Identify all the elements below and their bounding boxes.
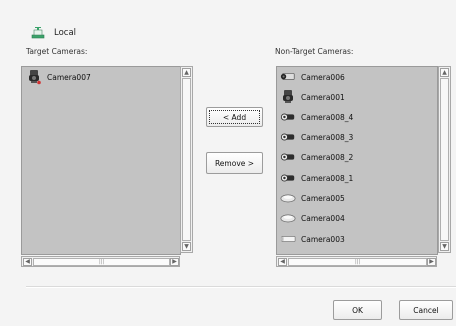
target-camera-list[interactable]: Camera007 [21, 66, 181, 255]
chevron-left-icon: ◀ [280, 258, 285, 265]
scroll-up-button[interactable]: ▲ [440, 68, 449, 77]
scroll-thumb[interactable] [182, 78, 191, 241]
scroll-down-button[interactable]: ▼ [182, 242, 191, 251]
list-item[interactable]: Camera008_2 [280, 147, 353, 167]
list-item[interactable]: Camera003 [280, 229, 345, 249]
camera-name: Camera006 [301, 72, 345, 82]
scroll-left-button[interactable]: ◀ [278, 258, 287, 266]
camera-bullet-icon [280, 109, 296, 125]
list-item[interactable]: Camera007 [26, 67, 91, 87]
camera-ptz-icon [280, 190, 296, 206]
camera-name: Camera007 [47, 72, 91, 82]
camera-flat-icon [280, 231, 296, 247]
list-item[interactable]: Camera008_1 [280, 168, 353, 188]
camera-ptz-icon [280, 210, 296, 226]
grip-icon: ||| [354, 259, 361, 265]
non-target-list-vertical-scrollbar[interactable]: ▲ ▼ [438, 66, 451, 253]
camera-dome-icon [280, 89, 296, 105]
scroll-thumb[interactable]: ||| [33, 258, 170, 266]
non-target-cameras-label: Non-Target Cameras: [275, 47, 354, 56]
chevron-up-icon: ▲ [184, 69, 189, 76]
list-item[interactable]: Camera004 [280, 208, 345, 228]
camera-name: Camera003 [301, 234, 345, 244]
list-item[interactable]: Camera001 [280, 87, 345, 107]
chevron-left-icon: ◀ [25, 258, 30, 265]
page-title: Local [54, 28, 77, 38]
camera-bullet-icon [280, 129, 296, 145]
local-host-icon [31, 26, 45, 41]
camera-bullet-icon [280, 149, 296, 165]
remove-button[interactable]: Remove > [206, 152, 263, 174]
divider [26, 286, 456, 288]
list-item[interactable]: Camera008_4 [280, 107, 353, 127]
camera-name: Camera005 [301, 193, 345, 203]
scroll-left-button[interactable]: ◀ [23, 258, 32, 266]
target-cameras-label: Target Cameras: [26, 47, 88, 56]
header: Local [31, 25, 76, 41]
add-button[interactable]: < Add [206, 107, 263, 127]
chevron-right-icon: ▶ [429, 258, 434, 265]
camera-name: Camera004 [301, 213, 345, 223]
scroll-thumb[interactable]: ||| [288, 258, 427, 266]
scroll-right-button[interactable]: ▶ [427, 258, 436, 266]
non-target-camera-list[interactable]: Camera006 Camera001 Camera008_4 Camera00… [276, 66, 438, 255]
camera-name: Camera008_2 [301, 152, 354, 162]
camera-name: Camera008_4 [301, 112, 354, 122]
camera-name: Camera008_3 [301, 132, 354, 142]
list-item[interactable]: Camera005 [280, 188, 345, 208]
scroll-down-button[interactable]: ▼ [440, 242, 449, 251]
non-target-list-horizontal-scrollbar[interactable]: ◀ ||| ▶ [276, 256, 437, 267]
chevron-down-icon: ▼ [184, 243, 189, 250]
camera-name: Camera008_1 [301, 173, 354, 183]
camera-dome-icon [26, 69, 42, 85]
target-list-vertical-scrollbar[interactable]: ▲ ▼ [180, 66, 193, 253]
scroll-right-button[interactable]: ▶ [170, 258, 179, 266]
scroll-thumb[interactable] [440, 78, 449, 241]
cancel-button[interactable]: Cancel [399, 300, 453, 320]
camera-box-icon [280, 69, 296, 85]
ok-button[interactable]: OK [333, 300, 382, 320]
chevron-down-icon: ▼ [442, 243, 447, 250]
chevron-right-icon: ▶ [172, 258, 177, 265]
list-item[interactable]: Camera008_3 [280, 127, 353, 147]
camera-bullet-icon [280, 170, 296, 186]
chevron-up-icon: ▲ [442, 69, 447, 76]
list-item[interactable]: Camera006 [280, 67, 345, 87]
grip-icon: ||| [98, 259, 105, 265]
target-list-horizontal-scrollbar[interactable]: ◀ ||| ▶ [21, 256, 180, 267]
camera-name: Camera001 [301, 92, 345, 102]
scroll-up-button[interactable]: ▲ [182, 68, 191, 77]
